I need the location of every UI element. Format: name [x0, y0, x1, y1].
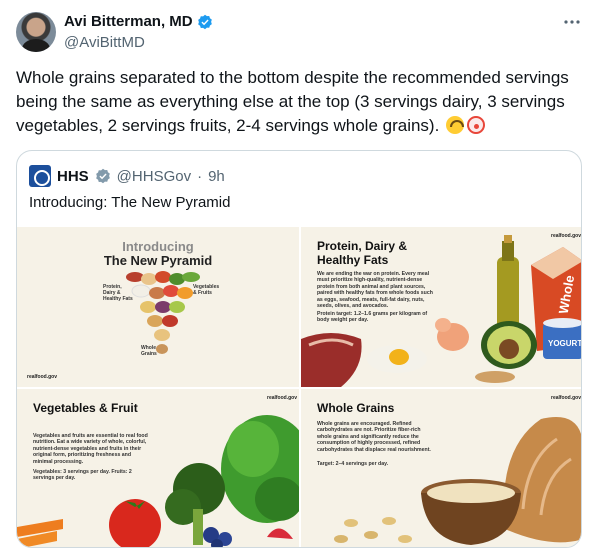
post-text: Whole grains separated to the bottom des… — [16, 66, 586, 138]
hhs-logo-icon[interactable] — [29, 165, 51, 187]
author-avatar[interactable] — [16, 12, 56, 52]
clown-face-emoji — [467, 116, 486, 134]
separator-dot: · — [197, 167, 203, 185]
author-handle[interactable]: @AviBittMD — [64, 34, 145, 51]
image-grid: Introducing The New Pyramid Protein, Dai… — [17, 227, 582, 547]
quoted-post[interactable]: HHS @HHSGov · 9h Introducing: The New Py… — [16, 150, 582, 548]
image-vegetables[interactable]: realfood.gov Vegetables & Fruit Vegetabl… — [17, 389, 299, 547]
image-protein[interactable]: realfood.gov Protein, Dairy & Healthy Fa… — [301, 227, 582, 387]
quoted-display-name[interactable]: HHS — [57, 168, 89, 185]
yogurt-label: YOGURT — [548, 339, 582, 348]
post-body: Whole grains separated to the bottom des… — [16, 68, 569, 135]
quoted-handle[interactable]: @HHSGov — [117, 168, 191, 185]
pyramid-label-veg: Vegetables & Fruits — [193, 284, 220, 296]
pyramid-label-protein: Protein, Dairy & Healthy Fats — [103, 284, 133, 302]
pyramid-intro: Introducing — [122, 239, 194, 254]
brand-label: realfood.gov — [27, 374, 58, 380]
author-display-name[interactable]: Avi Bitterman, MD — [64, 13, 193, 30]
more-options-icon[interactable] — [562, 14, 582, 30]
pyramid-label-grains: Whole Grains — [141, 345, 157, 357]
author-name-row: Avi Bitterman, MD — [64, 13, 213, 30]
verified-badge-icon — [197, 14, 212, 29]
vegetables-illustration — [17, 415, 299, 547]
quoted-timestamp[interactable]: 9h — [208, 168, 225, 185]
upside-down-face-emoji — [446, 116, 465, 134]
protein-illustration — [301, 235, 581, 387]
image-pyramid[interactable]: Introducing The New Pyramid Protein, Dai… — [17, 227, 299, 387]
grains-illustration — [334, 417, 581, 545]
gray-verified-badge-icon — [95, 168, 110, 184]
pyramid-title: The New Pyramid — [103, 253, 213, 268]
quoted-post-text: Introducing: The New Pyramid — [29, 194, 231, 211]
post: Avi Bitterman, MD @AviBittMD Whole grain… — [0, 0, 598, 556]
quoted-post-header: HHS @HHSGov · 9h — [29, 165, 225, 187]
image-grains[interactable]: realfood.gov Whole Grains Whole grains a… — [301, 389, 581, 547]
